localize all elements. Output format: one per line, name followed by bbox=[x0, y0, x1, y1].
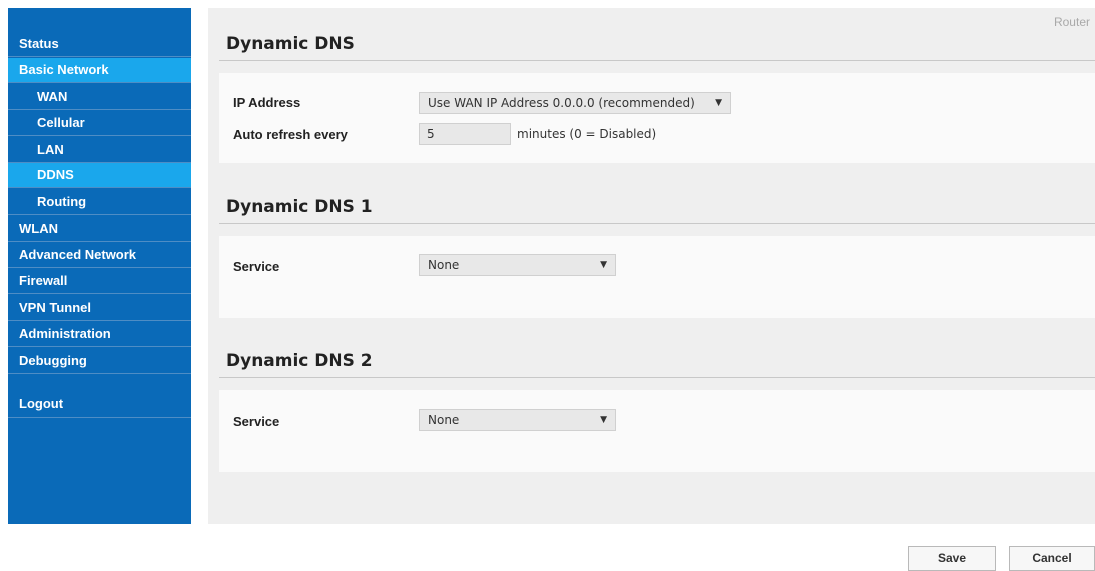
sidebar-item-debugging[interactable]: Debugging bbox=[8, 349, 191, 374]
sidebar-item-administration[interactable]: Administration bbox=[8, 322, 191, 347]
sidebar-item-status[interactable]: Status bbox=[8, 32, 191, 57]
service-label-2: Service bbox=[233, 414, 280, 429]
sidebar-item-advanced-network[interactable]: Advanced Network bbox=[8, 243, 191, 268]
sidebar-item-lan[interactable]: LAN bbox=[8, 138, 191, 163]
auto-refresh-hint: minutes (0 = Disabled) bbox=[517, 127, 657, 141]
service-select-1[interactable]: None ▼ bbox=[419, 254, 616, 276]
sidebar-item-basic-network[interactable]: Basic Network bbox=[8, 58, 191, 83]
ip-address-select-value: Use WAN IP Address 0.0.0.0 (recommended) bbox=[428, 96, 695, 110]
auto-refresh-label: Auto refresh every bbox=[233, 127, 348, 142]
dynamic-dns-2-card: Service None ▼ bbox=[219, 390, 1095, 472]
section-title-dynamic-dns-2: Dynamic DNS 2 bbox=[226, 351, 373, 371]
ip-address-select[interactable]: Use WAN IP Address 0.0.0.0 (recommended)… bbox=[419, 92, 731, 114]
chevron-down-icon: ▼ bbox=[600, 415, 607, 425]
auto-refresh-input[interactable]: 5 bbox=[419, 123, 511, 145]
sidebar-nav: Status Basic Network WAN Cellular LAN DD… bbox=[8, 8, 191, 524]
sidebar-item-ddns[interactable]: DDNS bbox=[8, 163, 191, 188]
sidebar-item-firewall[interactable]: Firewall bbox=[8, 269, 191, 294]
chevron-down-icon: ▼ bbox=[715, 98, 722, 108]
cancel-button[interactable]: Cancel bbox=[1009, 546, 1095, 571]
sidebar-item-logout[interactable]: Logout bbox=[8, 392, 191, 418]
save-button[interactable]: Save bbox=[908, 546, 996, 571]
sidebar-item-wan[interactable]: WAN bbox=[8, 85, 191, 110]
main-panel: Router Dynamic DNS IP Address Use WAN IP… bbox=[208, 8, 1095, 524]
section-title-dynamic-dns-1: Dynamic DNS 1 bbox=[226, 197, 373, 217]
device-label: Router bbox=[1053, 15, 1090, 29]
service-select-2[interactable]: None ▼ bbox=[419, 409, 616, 431]
section-title-dynamic-dns: Dynamic DNS bbox=[226, 34, 355, 54]
service-label-1: Service bbox=[233, 259, 280, 274]
dynamic-dns-card: IP Address Use WAN IP Address 0.0.0.0 (r… bbox=[219, 73, 1095, 163]
chevron-down-icon: ▼ bbox=[600, 260, 607, 270]
section-divider bbox=[219, 377, 1095, 378]
service-select-2-value: None bbox=[428, 413, 460, 427]
sidebar-item-cellular[interactable]: Cellular bbox=[8, 111, 191, 136]
sidebar-item-vpn-tunnel[interactable]: VPN Tunnel bbox=[8, 296, 191, 321]
service-select-1-value: None bbox=[428, 258, 460, 272]
dynamic-dns-1-card: Service None ▼ bbox=[219, 236, 1095, 318]
section-divider bbox=[219, 60, 1095, 61]
sidebar-item-routing[interactable]: Routing bbox=[8, 190, 191, 215]
section-divider bbox=[219, 223, 1095, 224]
sidebar-item-wlan[interactable]: WLAN bbox=[8, 217, 191, 242]
ip-address-label: IP Address bbox=[233, 95, 301, 110]
